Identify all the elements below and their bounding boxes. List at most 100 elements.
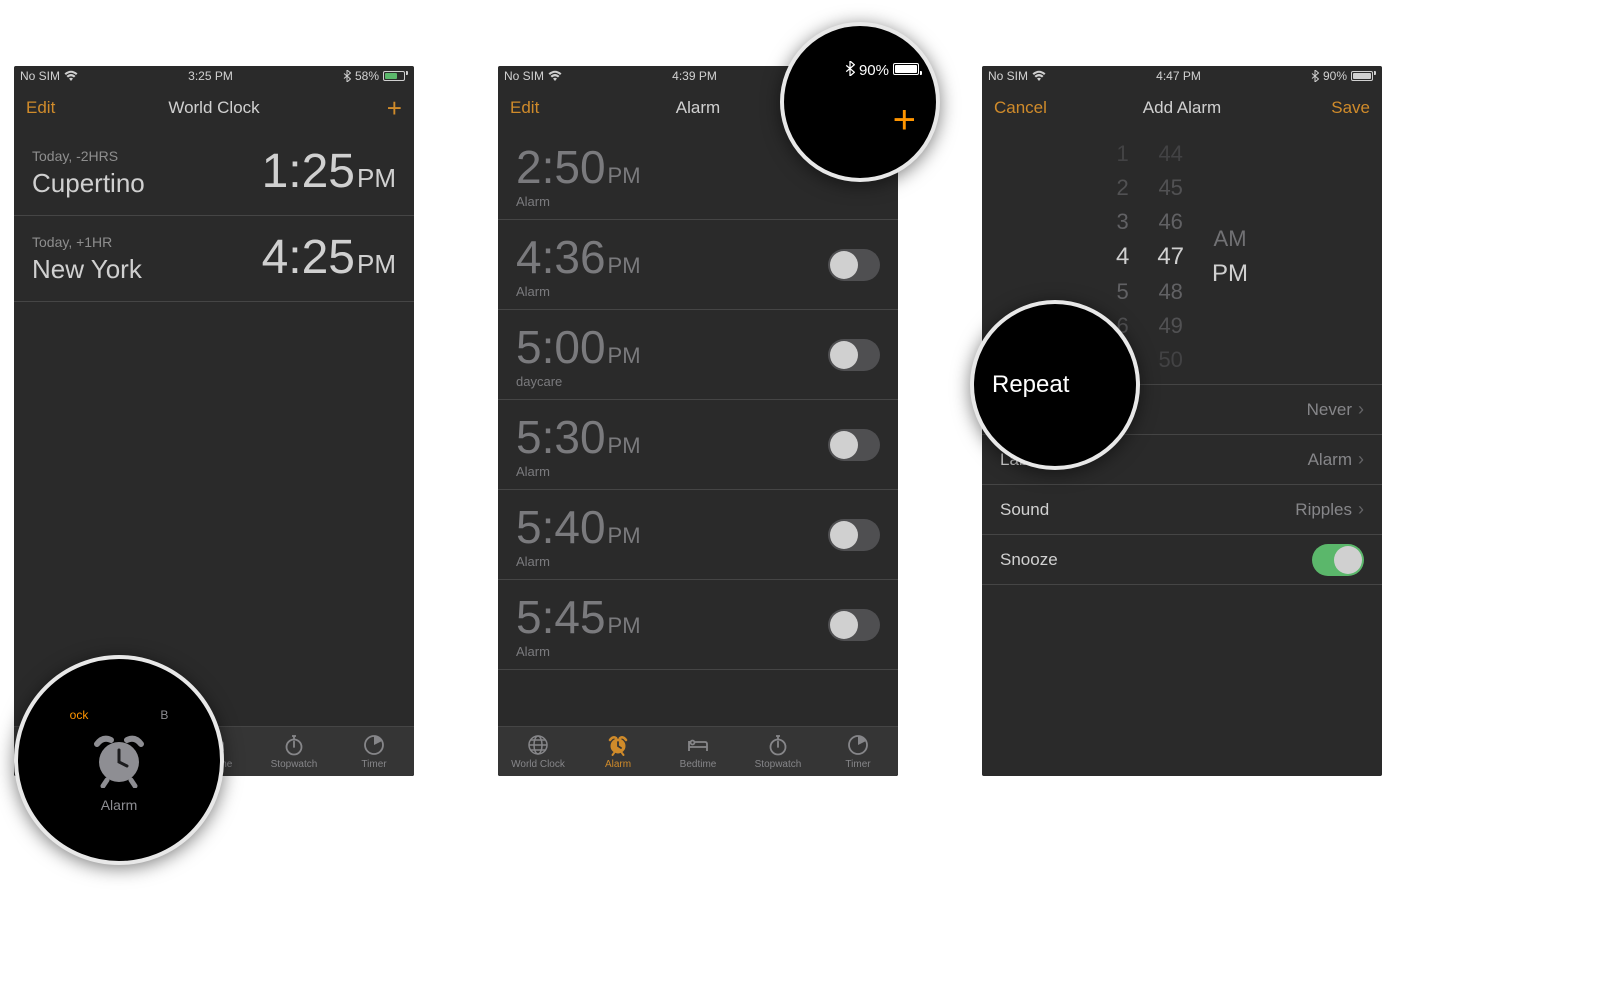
carrier-text: No SIM xyxy=(988,69,1028,83)
save-button[interactable]: Save xyxy=(1310,98,1370,118)
battery-icon xyxy=(1351,71,1376,81)
alarm-time: 5:00PM xyxy=(516,320,641,374)
alarm-time: 5:30PM xyxy=(516,410,641,464)
tab-stopwatch[interactable]: Stopwatch xyxy=(738,727,818,776)
bluetooth-icon xyxy=(845,61,855,80)
status-bar: No SIM 4:47 PM 90% xyxy=(982,66,1382,86)
picker-value: 5 xyxy=(1117,279,1129,305)
alarm-time: 5:40PM xyxy=(516,500,641,554)
page-title: Alarm xyxy=(676,98,720,118)
alarm-time: 2:50PM xyxy=(516,140,641,194)
picker-value: AM xyxy=(1214,226,1247,252)
carrier-text: No SIM xyxy=(504,69,544,83)
alarm-label: Alarm xyxy=(516,194,641,209)
picker-value: 46 xyxy=(1158,209,1182,235)
alarm-toggle[interactable] xyxy=(828,339,880,371)
tab-label: Timer xyxy=(845,759,870,770)
alarm-icon xyxy=(606,733,630,757)
tab-label: Stopwatch xyxy=(755,759,802,770)
status-time: 3:25 PM xyxy=(188,69,233,83)
alarm-toggle[interactable] xyxy=(828,519,880,551)
alarm-toggle[interactable] xyxy=(828,429,880,461)
callout-edge-right: B xyxy=(160,708,168,722)
tab-label: Stopwatch xyxy=(271,759,318,770)
tab-world-clock[interactable]: World Clock xyxy=(498,727,578,776)
picker-value: 47 xyxy=(1157,243,1184,271)
callout-add-button: 90% + xyxy=(780,22,940,182)
status-bar: No SIM 3:25 PM 58% xyxy=(14,66,414,86)
picker-value: PM xyxy=(1212,260,1248,288)
time-text: 4:25PM xyxy=(262,230,396,285)
setting-value: Ripples xyxy=(1295,500,1352,520)
setting-key: Snooze xyxy=(1000,550,1058,570)
tab-alarm[interactable]: Alarm xyxy=(578,727,658,776)
globe-icon xyxy=(526,733,550,757)
snooze-toggle[interactable] xyxy=(1312,544,1364,576)
tab-stopwatch[interactable]: Stopwatch xyxy=(254,727,334,776)
setting-key: Sound xyxy=(1000,500,1049,520)
alarm-row[interactable]: 5:45PMAlarm xyxy=(498,580,898,670)
alarm-label: Alarm xyxy=(516,284,641,299)
alarm-toggle[interactable] xyxy=(828,609,880,641)
alarm-label: Alarm xyxy=(516,644,641,659)
add-button[interactable]: + xyxy=(342,95,402,122)
edit-button[interactable]: Edit xyxy=(26,98,86,118)
edit-button[interactable]: Edit xyxy=(510,98,570,118)
world-clock-row[interactable]: Today, +1HRNew York4:25PM xyxy=(14,216,414,302)
setting-sound[interactable]: Sound Ripples › xyxy=(982,485,1382,535)
cancel-button[interactable]: Cancel xyxy=(994,98,1054,118)
tab-timer[interactable]: Timer xyxy=(334,727,414,776)
alarm-toggle[interactable] xyxy=(828,249,880,281)
picker-value: 44 xyxy=(1158,141,1182,167)
wifi-icon xyxy=(64,70,78,82)
picker-value: 4 xyxy=(1116,243,1129,271)
picker-value: 2 xyxy=(1117,175,1129,201)
offset-text: Today, +1HR xyxy=(32,234,142,250)
chevron-right-icon: › xyxy=(1358,449,1364,470)
callout-battery-pct: 90% xyxy=(859,62,889,79)
time-text: 1:25PM xyxy=(262,144,396,199)
offset-text: Today, -2HRS xyxy=(32,148,145,164)
plus-icon: + xyxy=(893,98,916,143)
alarm-row[interactable]: 5:00PMdaycare xyxy=(498,310,898,400)
world-clock-row[interactable]: Today, -2HRS Cupertino 1:25PM xyxy=(14,130,414,216)
tab-label: Alarm xyxy=(605,759,631,770)
battery-pct: 58% xyxy=(355,69,379,83)
picker-value: 49 xyxy=(1158,313,1182,339)
stopwatch-icon xyxy=(766,733,790,757)
tab-label: Timer xyxy=(361,759,386,770)
picker-minute-column[interactable]: 44454647484950 xyxy=(1157,141,1184,373)
battery-pct: 90% xyxy=(1323,69,1347,83)
page-title: Add Alarm xyxy=(1143,98,1221,118)
tab-bar: World Clock Alarm Bedtime Stopwatch Timer xyxy=(498,726,898,776)
callout-edge-left: ock xyxy=(70,708,89,722)
tab-bedtime[interactable]: Bedtime xyxy=(658,727,738,776)
bluetooth-icon xyxy=(343,70,351,82)
alarm-row[interactable]: 4:36PMAlarm xyxy=(498,220,898,310)
alarm-time: 5:45PM xyxy=(516,590,641,644)
wifi-icon xyxy=(1032,70,1046,82)
alarm-row[interactable]: 5:40PMAlarm xyxy=(498,490,898,580)
bluetooth-icon xyxy=(1311,70,1319,82)
callout-alarm-tab: ock B Alarm xyxy=(14,655,224,865)
setting-snooze[interactable]: Snooze xyxy=(982,535,1382,585)
picker-ampm-column[interactable]: AM PM xyxy=(1212,226,1248,288)
chevron-right-icon: › xyxy=(1358,399,1364,420)
battery-icon xyxy=(383,71,408,81)
city-name: Cupertino xyxy=(32,168,145,199)
callout-repeat-row: Repeat xyxy=(970,300,1140,470)
bed-icon xyxy=(686,733,710,757)
carrier-text: No SIM xyxy=(20,69,60,83)
alarm-label: daycare xyxy=(516,374,641,389)
battery-icon xyxy=(893,62,922,79)
alarm-row[interactable]: 5:30PMAlarm xyxy=(498,400,898,490)
setting-value: Never xyxy=(1307,400,1352,420)
timer-icon xyxy=(846,733,870,757)
tab-timer[interactable]: Timer xyxy=(818,727,898,776)
picker-value: 45 xyxy=(1158,175,1182,201)
status-time: 4:39 PM xyxy=(672,69,717,83)
chevron-right-icon: › xyxy=(1358,499,1364,520)
stopwatch-icon xyxy=(282,733,306,757)
alarm-label: Alarm xyxy=(516,554,641,569)
plus-icon: + xyxy=(387,93,402,123)
